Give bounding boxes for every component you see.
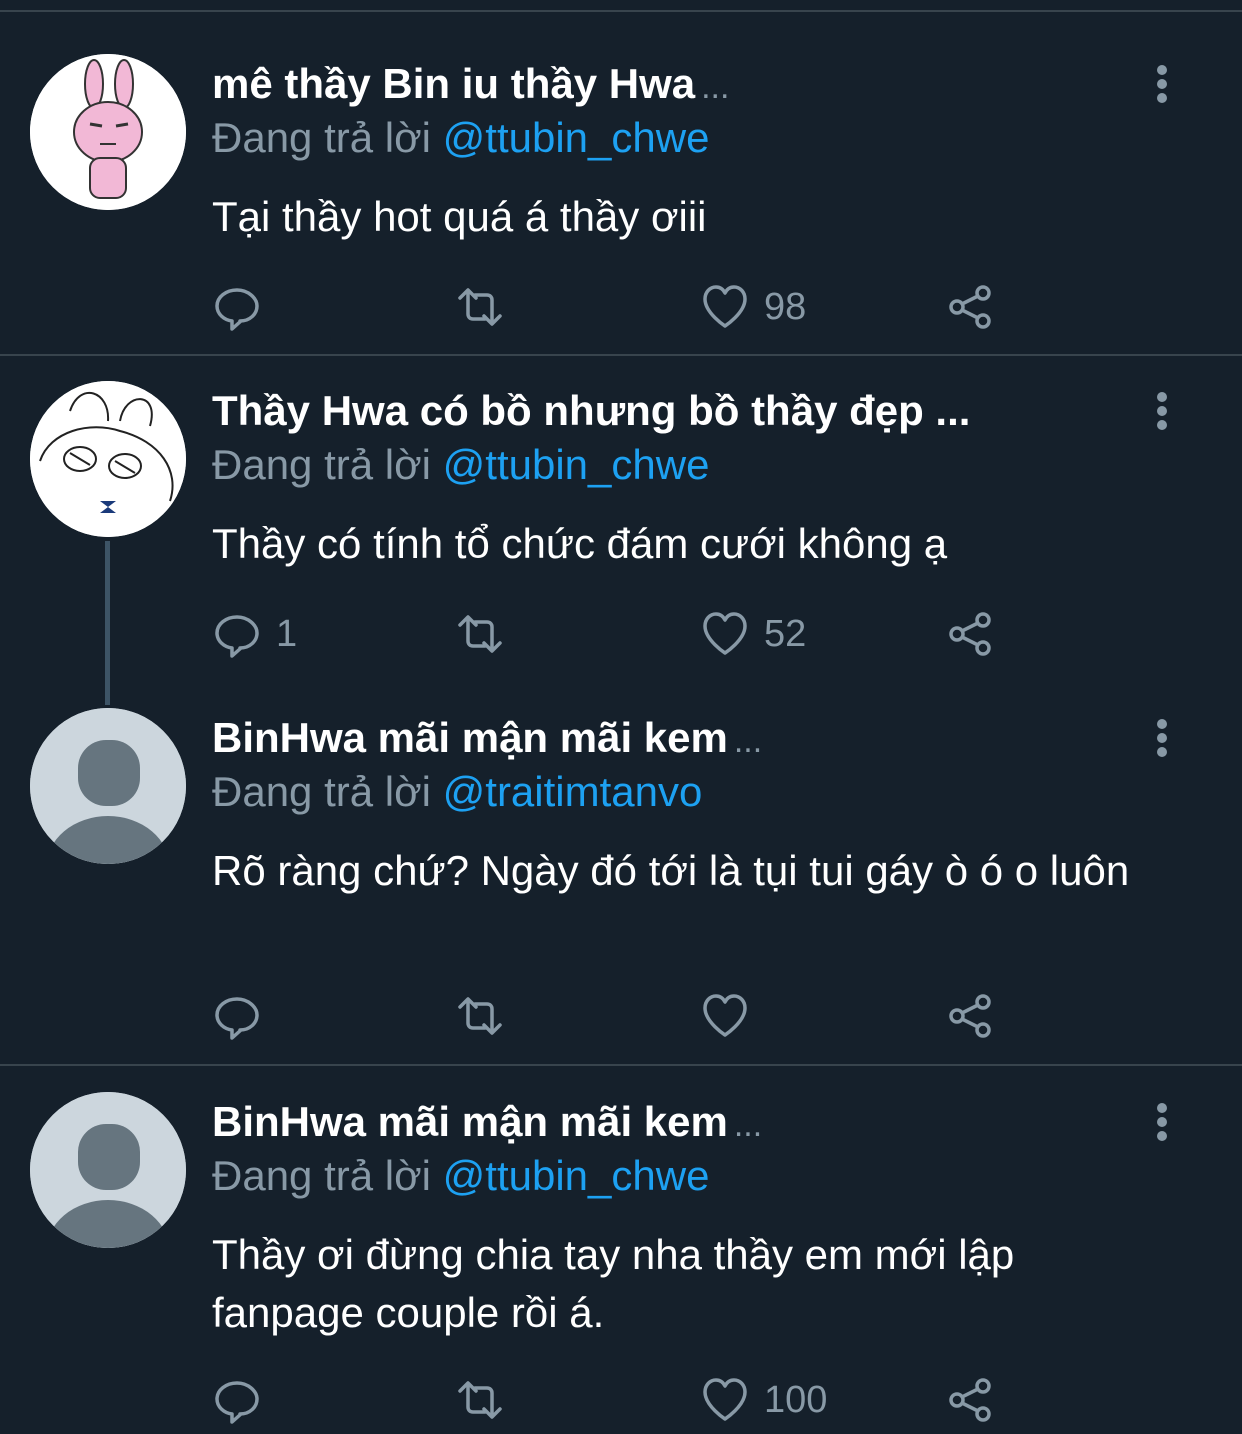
heart-icon bbox=[703, 1378, 747, 1421]
retweet-icon bbox=[458, 615, 502, 653]
like-button[interactable] bbox=[700, 986, 764, 1046]
reply-icon bbox=[215, 1381, 259, 1424]
heart-icon bbox=[703, 612, 747, 655]
more-vertical-icon bbox=[1157, 719, 1167, 757]
share-icon bbox=[949, 1378, 991, 1422]
display-name[interactable]: BinHwa mãi mận mãi kem... bbox=[212, 708, 1112, 768]
default-profile-icon bbox=[30, 708, 186, 864]
replying-to-label: Đang trả lời bbox=[212, 441, 431, 488]
like-count: 98 bbox=[764, 286, 807, 328]
like-count: 52 bbox=[764, 613, 807, 655]
replying-to-label: Đang trả lời bbox=[212, 1152, 431, 1199]
display-name-text[interactable]: BinHwa mãi mận mãi kem bbox=[212, 1098, 728, 1145]
display-name[interactable]: Thầy Hwa có bồ nhưng bồ thầy đẹp ... bbox=[212, 381, 1112, 441]
display-name-text[interactable]: Thầy Hwa có bồ nhưng bồ thầy đẹp ... bbox=[212, 387, 970, 434]
like-button[interactable]: 52 bbox=[700, 604, 806, 664]
name-ellipsis: ... bbox=[701, 68, 730, 106]
replying-to: Đang trả lời @traitimtanvo bbox=[212, 764, 702, 820]
share-icon bbox=[949, 994, 991, 1038]
tweet-text: Rõ ràng chứ? Ngày đó tới là tụi tui gáy … bbox=[212, 847, 1130, 894]
tweet-divider bbox=[0, 354, 1242, 356]
more-options-button[interactable] bbox=[1142, 718, 1182, 758]
reply-icon bbox=[215, 997, 259, 1040]
more-options-button[interactable] bbox=[1142, 64, 1182, 104]
display-name-text[interactable]: mê thầy Bin iu thầy Hwa bbox=[212, 60, 695, 107]
share-button[interactable] bbox=[945, 277, 995, 337]
pink-bunny-icon bbox=[30, 54, 186, 210]
share-icon bbox=[949, 612, 991, 656]
pink-bunny-avatar[interactable] bbox=[30, 54, 186, 210]
name-ellipsis: ... bbox=[733, 1106, 763, 1144]
share-button[interactable] bbox=[945, 986, 995, 1046]
sketch-bunny-avatar[interactable] bbox=[30, 381, 186, 537]
replying-to-handle-link[interactable]: @ttubin_chwe bbox=[443, 441, 710, 488]
retweet-icon bbox=[458, 288, 502, 326]
tweet-actions: 1 52 bbox=[0, 604, 1242, 664]
retweet-button[interactable] bbox=[455, 986, 519, 1046]
reply-button[interactable] bbox=[212, 986, 276, 1046]
tweet-text: Thầy ơi đừng chia tay nha thầy em mới lậ… bbox=[212, 1231, 1015, 1336]
more-options-button[interactable] bbox=[1142, 1102, 1182, 1142]
replying-to-handle-link[interactable]: @ttubin_chwe bbox=[443, 1152, 710, 1199]
reply-button[interactable] bbox=[212, 277, 276, 337]
default-profile-icon bbox=[30, 1092, 186, 1248]
tweet-4[interactable]: BinHwa mãi mận mãi kem... Đang trả lời @… bbox=[0, 1092, 1242, 1434]
replying-to-handle-link[interactable]: @traitimtanvo bbox=[443, 768, 703, 815]
reply-thread: mê thầy Bin iu thầy Hwa... Đang trả lời … bbox=[0, 0, 1242, 1434]
replying-to: Đang trả lời @ttubin_chwe bbox=[212, 437, 709, 493]
tweet-1[interactable]: mê thầy Bin iu thầy Hwa... Đang trả lời … bbox=[0, 54, 1242, 344]
reply-button[interactable]: 1 bbox=[212, 604, 297, 664]
tweet-divider bbox=[0, 1064, 1242, 1066]
display-name[interactable]: mê thầy Bin iu thầy Hwa... bbox=[212, 54, 1112, 114]
reply-icon bbox=[215, 288, 259, 331]
tweet-actions: 98 bbox=[0, 277, 1242, 337]
like-count: 100 bbox=[764, 1379, 828, 1421]
display-name-text[interactable]: BinHwa mãi mận mãi kem bbox=[212, 714, 728, 761]
more-vertical-icon bbox=[1157, 392, 1167, 430]
default-avatar[interactable] bbox=[30, 708, 186, 864]
thread-connector-line bbox=[105, 541, 110, 705]
reply-icon bbox=[215, 615, 259, 658]
replying-to: Đang trả lời @ttubin_chwe bbox=[212, 110, 709, 166]
share-icon bbox=[949, 285, 991, 329]
heart-icon bbox=[703, 285, 747, 328]
name-ellipsis: ... bbox=[733, 722, 763, 760]
display-name[interactable]: BinHwa mãi mận mãi kem... bbox=[212, 1092, 1112, 1152]
retweet-button[interactable] bbox=[455, 1370, 519, 1430]
share-button[interactable] bbox=[945, 604, 995, 664]
replying-to: Đang trả lời @ttubin_chwe bbox=[212, 1148, 709, 1204]
heart-icon bbox=[703, 994, 747, 1037]
tweet-3[interactable]: BinHwa mãi mận mãi kem... Đang trả lời @… bbox=[0, 708, 1242, 1048]
default-avatar[interactable] bbox=[30, 1092, 186, 1248]
replying-to-label: Đang trả lời bbox=[212, 768, 431, 815]
tweet-actions: 100 bbox=[0, 1370, 1242, 1430]
like-button[interactable]: 98 bbox=[700, 277, 806, 337]
retweet-icon bbox=[458, 1381, 502, 1419]
like-button[interactable]: 100 bbox=[700, 1370, 827, 1430]
tweet-text: Tại thầy hot quá á thầy ơiii bbox=[212, 193, 707, 240]
replying-to-label: Đang trả lời bbox=[212, 114, 431, 161]
replying-to-handle-link[interactable]: @ttubin_chwe bbox=[443, 114, 710, 161]
retweet-button[interactable] bbox=[455, 604, 519, 664]
tweet-2[interactable]: Thầy Hwa có bồ nhưng bồ thầy đẹp ... Đan… bbox=[0, 381, 1242, 681]
tweet-text: Thầy có tính tổ chức đám cưới không ạ bbox=[212, 520, 948, 567]
retweet-button[interactable] bbox=[455, 277, 519, 337]
tweet-actions bbox=[0, 986, 1242, 1046]
reply-button[interactable] bbox=[212, 1370, 276, 1430]
reply-count: 1 bbox=[276, 613, 298, 655]
more-vertical-icon bbox=[1157, 1103, 1167, 1141]
retweet-icon bbox=[458, 997, 502, 1035]
more-vertical-icon bbox=[1157, 65, 1167, 103]
top-divider bbox=[0, 10, 1242, 12]
share-button[interactable] bbox=[945, 1370, 995, 1430]
sketch-bunny-icon bbox=[30, 381, 186, 537]
more-options-button[interactable] bbox=[1142, 391, 1182, 431]
